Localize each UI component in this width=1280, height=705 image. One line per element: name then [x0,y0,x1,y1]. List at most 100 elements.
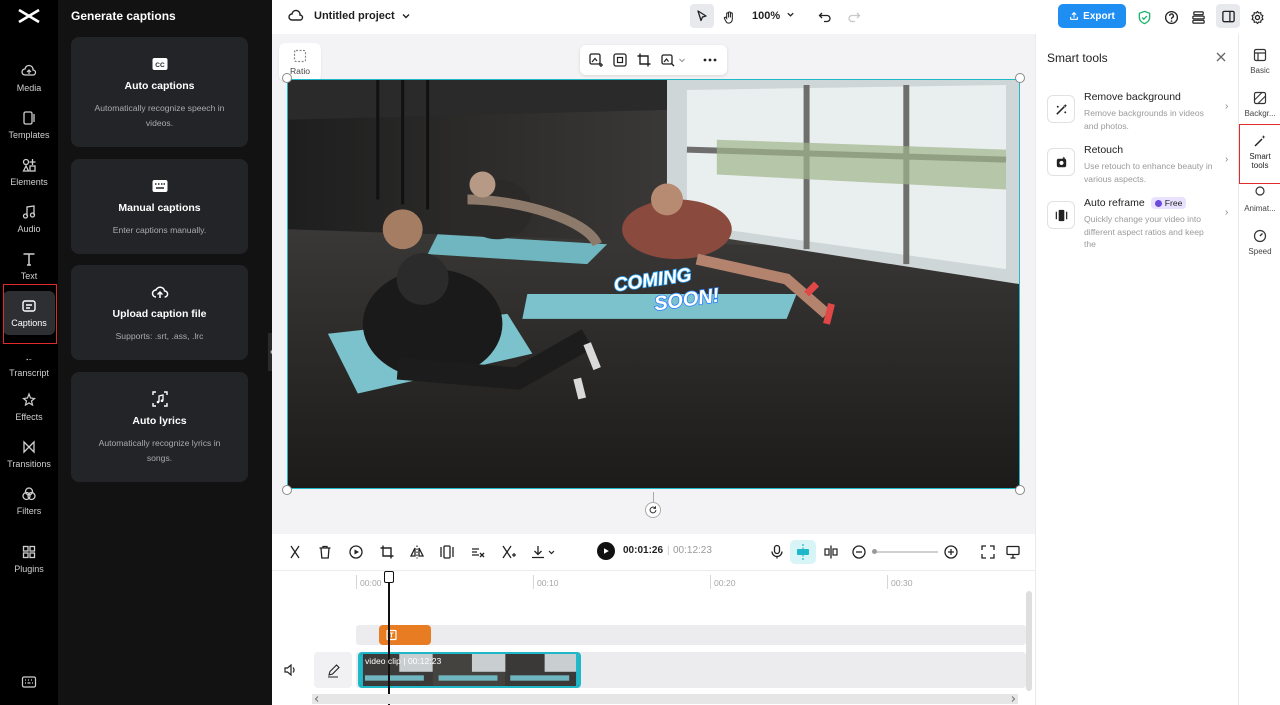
layers-button[interactable] [1189,8,1207,26]
crop-icon[interactable] [636,52,652,68]
resize-handle-bottom-left[interactable] [282,485,292,495]
settings-button[interactable] [1248,8,1266,26]
capcut-logo-icon[interactable] [17,6,41,26]
text-track[interactable] [356,625,1026,645]
coming-soon-sticker[interactable]: COMING SOON! [610,265,720,313]
rail-item-basic[interactable]: Basic [1239,48,1280,75]
freeze-frame-icon[interactable] [348,544,364,560]
redo-button[interactable] [845,8,863,26]
templates-icon [23,111,35,125]
vertical-scrollbar[interactable] [1026,591,1032,691]
total-time: 00:12:23 [673,545,712,556]
replace-media-icon[interactable] [588,52,604,68]
nav-item-templates[interactable]: Templates [3,103,55,147]
upload-caption-file-card[interactable]: Upload caption file Supports: .srt, .ass… [71,265,248,360]
auto-snap-toggle[interactable] [790,540,816,564]
resize-handle-top-right[interactable] [1015,73,1025,83]
rail-item-animation[interactable]: Animat... [1239,186,1280,213]
ratio-icon [293,49,307,62]
timeline-zoom-slider[interactable] [874,551,938,553]
fullscreen-icon[interactable] [980,544,996,560]
nav-item-transitions[interactable]: Transitions [3,432,55,476]
export-button[interactable]: Export [1058,4,1126,28]
play-icon [604,548,609,554]
chevron-down-icon [787,12,794,17]
layout-button[interactable] [1216,4,1240,28]
ai-image-icon[interactable] [660,52,676,68]
play-button[interactable] [597,542,615,560]
video-preview[interactable]: COMING SOON! [287,79,1020,489]
microphone-icon[interactable] [769,544,785,560]
rail-item-speed[interactable]: Speed [1239,229,1280,256]
nav-item-transcript[interactable]: Transcript [3,338,55,382]
zoom-dropdown[interactable]: 100% [752,10,795,22]
gear-icon [1251,10,1263,24]
zoom-slider-knob[interactable] [872,549,877,554]
auto-captions-card[interactable]: CC Auto captions Automatically recognize… [71,37,248,147]
rail-item-background[interactable]: Backgr... [1239,91,1280,118]
nav-item-text[interactable]: Text [3,244,55,288]
rotate-handle[interactable] [645,502,661,518]
reframe-icon [1047,201,1075,229]
left-nav: Media Templates Elements Audio Text Capt… [0,0,58,705]
chevron-down-icon[interactable] [678,52,686,68]
remove-audio-icon[interactable] [470,544,486,560]
canvas-area: Ratio COMING SOON! [272,34,1035,534]
video-clip[interactable]: video clip | 00:12:23 [358,652,581,688]
help-icon [1164,10,1178,24]
nav-item-audio[interactable]: Audio [3,197,55,241]
keyboard-shortcuts-icon[interactable] [21,674,37,690]
horizontal-scrollbar[interactable] [312,694,1018,704]
project-title: Untitled project [314,10,395,22]
magnet-track-icon [797,544,809,560]
cover-edit-button[interactable] [314,652,352,688]
rail-label: Backgr... [1244,109,1276,118]
playhead[interactable] [388,573,390,705]
card-title: Manual captions [118,202,201,214]
nav-item-filters[interactable]: Filters [3,479,55,523]
rail-label: Speed [1248,247,1272,256]
manual-captions-card[interactable]: Manual captions Enter captions manually. [71,159,248,254]
ruler-tick [887,575,888,589]
split-icon[interactable] [287,544,303,560]
close-icon[interactable] [1215,51,1227,63]
tool-remove-background[interactable]: Remove background Remove backgrounds in … [1047,91,1233,139]
more-icon[interactable] [702,52,718,68]
badge-dot-icon [1154,199,1162,207]
project-title-dropdown[interactable]: Untitled project [288,8,411,24]
card-desc: Automatically recognize lyrics in songs. [98,438,221,463]
trash-icon[interactable] [317,544,333,560]
ai-split-icon[interactable] [500,544,516,560]
tool-auto-reframe[interactable]: Auto reframe Free Quickly change your vi… [1047,197,1233,249]
redo-icon [848,12,861,23]
nav-item-elements[interactable]: Elements [3,150,55,194]
tool-retouch[interactable]: Retouch Use retouch to enhance beauty in… [1047,144,1233,192]
resize-handle-top-left[interactable] [282,73,292,83]
nav-item-plugins[interactable]: Plugins [3,537,55,581]
split-track-icon[interactable] [823,544,839,560]
nav-item-effects[interactable]: Effects [3,385,55,429]
pencil-icon [328,664,340,678]
mirror-icon[interactable] [439,544,455,560]
select-tool-button[interactable] [690,4,714,28]
crop-icon[interactable] [379,544,395,560]
hand-tool-button[interactable] [720,8,738,26]
zoom-out-icon[interactable] [851,544,867,560]
fit-frame-icon[interactable] [612,52,628,68]
download-dropdown-icon[interactable] [530,544,556,560]
zoom-in-icon[interactable] [943,544,959,560]
resize-handle-bottom-right[interactable] [1015,485,1025,495]
text-icon [23,253,35,266]
nav-item-label: Elements [10,177,48,187]
speaker-icon[interactable] [283,663,297,677]
text-clip[interactable] [379,625,431,645]
shield-button[interactable] [1135,8,1153,26]
help-button[interactable] [1162,8,1180,26]
nav-item-media[interactable]: Media [3,56,55,100]
playhead-handle[interactable] [384,571,394,583]
flip-icon[interactable] [409,544,425,560]
preview-monitor-icon[interactable] [1005,544,1021,560]
undo-button[interactable] [816,8,834,26]
auto-lyrics-card[interactable]: Auto lyrics Automatically recognize lyri… [71,372,248,482]
ruler-tick [710,575,711,589]
